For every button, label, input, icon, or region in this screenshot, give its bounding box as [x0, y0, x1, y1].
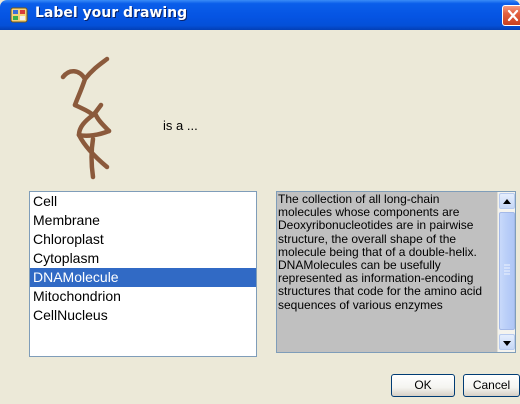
user-drawing [55, 55, 145, 189]
is-a-prompt: is a ... [163, 118, 198, 133]
category-listbox[interactable]: Cell Membrane Chloroplast Cytoplasm DNAM… [29, 191, 257, 357]
arrow-down-icon [503, 341, 511, 346]
title-bar[interactable]: Label your drawing [0, 0, 520, 30]
arrow-up-icon [503, 199, 511, 204]
scroll-down-button[interactable] [499, 334, 515, 350]
close-button[interactable] [502, 5, 520, 26]
scroll-up-button[interactable] [499, 193, 515, 209]
list-item-cellnucleus[interactable]: CellNucleus [30, 306, 256, 325]
app-palette-icon [10, 6, 28, 24]
grip-icon [504, 264, 510, 275]
list-item-cytoplasm[interactable]: Cytoplasm [30, 249, 256, 268]
list-item-membrane[interactable]: Membrane [30, 211, 256, 230]
description-panel: The collection of all long-chain molecul… [276, 191, 516, 353]
list-item-cell[interactable]: Cell [30, 192, 256, 211]
description-scrollbar[interactable] [497, 192, 515, 352]
close-icon [507, 9, 519, 22]
list-item-chloroplast[interactable]: Chloroplast [30, 230, 256, 249]
cancel-button[interactable]: Cancel [463, 374, 520, 397]
list-item-mitochondrion[interactable]: Mitochondrion [30, 287, 256, 306]
label-drawing-dialog: Label your drawing is a ... Cell Membran… [0, 0, 520, 404]
scroll-thumb[interactable] [499, 212, 515, 330]
ok-button[interactable]: OK [391, 374, 455, 397]
description-text: The collection of all long-chain molecul… [278, 192, 483, 312]
window-title: Label your drawing [35, 5, 188, 21]
list-item-dnamolecule[interactable]: DNAMolecule [30, 268, 256, 287]
